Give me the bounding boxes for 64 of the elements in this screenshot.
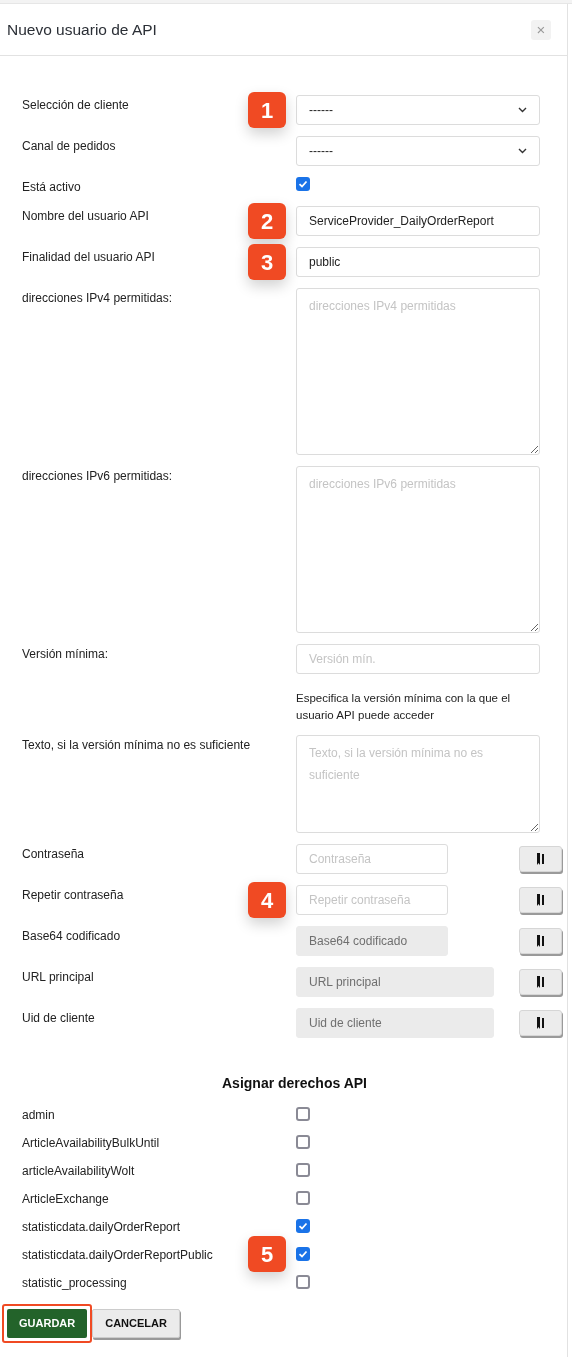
right-label: statisticdata.dailyOrderReport [22, 1220, 181, 1234]
save-button[interactable]: GUARDAR [7, 1309, 88, 1338]
field-label: Finalidad del usuario API [22, 250, 155, 264]
check-icon [298, 179, 308, 189]
copy-icon [536, 935, 545, 947]
copy-icon [536, 1017, 545, 1029]
text-area[interactable]: direcciones IPv4 permitidas [296, 288, 540, 455]
checkbox[interactable] [296, 1107, 310, 1121]
field-label: Nombre del usuario API [22, 209, 149, 223]
checkbox[interactable] [296, 1275, 310, 1289]
chevron-icon [518, 148, 527, 154]
text-field[interactable]: ServiceProvider_DailyOrderReport [296, 206, 540, 236]
check-icon [298, 1249, 308, 1259]
field-label: Está activo [22, 180, 81, 194]
copy-button[interactable] [519, 846, 562, 872]
text-field[interactable]: Versión mín. [296, 644, 540, 674]
copy-button[interactable] [519, 969, 562, 995]
field-label: Versión mínima: [22, 647, 109, 661]
select-field[interactable]: ------ [296, 95, 540, 125]
copy-button[interactable] [519, 887, 562, 913]
copy-icon [536, 976, 545, 988]
text-field[interactable]: Repetir contraseña [296, 885, 448, 915]
field-label: Base64 codificado [22, 929, 121, 943]
text-area[interactable]: Texto, si la versión mínima no es suficiente [296, 735, 540, 833]
checkbox[interactable] [296, 177, 310, 191]
chevron-icon [518, 107, 527, 113]
right-label: statisticdata.dailyOrderReportPublic [22, 1248, 213, 1262]
right-label: articleAvailabilityWolt [22, 1164, 135, 1178]
dialog-title: Nuevo usuario de API [7, 19, 157, 40]
field-label: Uid de cliente [22, 1011, 95, 1025]
field-label: Canal de pedidos [22, 139, 116, 153]
field-label: Selección de cliente [22, 98, 129, 112]
field-label: Repetir contraseña [22, 888, 124, 902]
step-badge: 4 [248, 882, 286, 918]
step-badge: 3 [248, 244, 286, 280]
checkbox[interactable] [296, 1135, 310, 1149]
step-badge: 5 [248, 1236, 286, 1272]
check-icon [298, 1221, 308, 1231]
checkbox[interactable] [296, 1163, 310, 1177]
field-label: direcciones IPv6 permitidas: [22, 469, 173, 483]
right-label: statistic_processing [22, 1276, 127, 1290]
step-badge: 2 [248, 203, 286, 239]
cancel-button[interactable]: CANCELAR [92, 1309, 180, 1338]
right-label: admin [22, 1108, 55, 1122]
right-label: ArticleExchange [22, 1192, 109, 1206]
copy-icon [536, 853, 545, 865]
text-area[interactable]: direcciones IPv6 permitidas [296, 466, 540, 633]
field-label: direcciones IPv4 permitidas: [22, 291, 173, 305]
copy-icon [536, 894, 545, 906]
copy-button[interactable] [519, 928, 562, 954]
checkbox[interactable] [296, 1219, 310, 1233]
field-label: Contraseña [22, 847, 85, 861]
checkbox[interactable] [296, 1191, 310, 1205]
right-label: ArticleAvailabilityBulkUntil [22, 1136, 160, 1150]
field-label: Texto, si la versión mínima no es suficiente [22, 738, 251, 752]
text-field[interactable]: Contraseña [296, 844, 448, 874]
copy-button[interactable] [519, 1010, 562, 1036]
section-heading: Asignar derechos API [221, 1074, 368, 1093]
select-field[interactable]: ------ [296, 136, 540, 166]
text-field[interactable]: public [296, 247, 540, 277]
step-badge: 1 [248, 92, 286, 128]
help-text: Especifica la versión mínima con la que el usuario API puede acceder [296, 691, 512, 723]
field-label: URL principal [22, 970, 94, 984]
checkbox[interactable] [296, 1247, 310, 1261]
